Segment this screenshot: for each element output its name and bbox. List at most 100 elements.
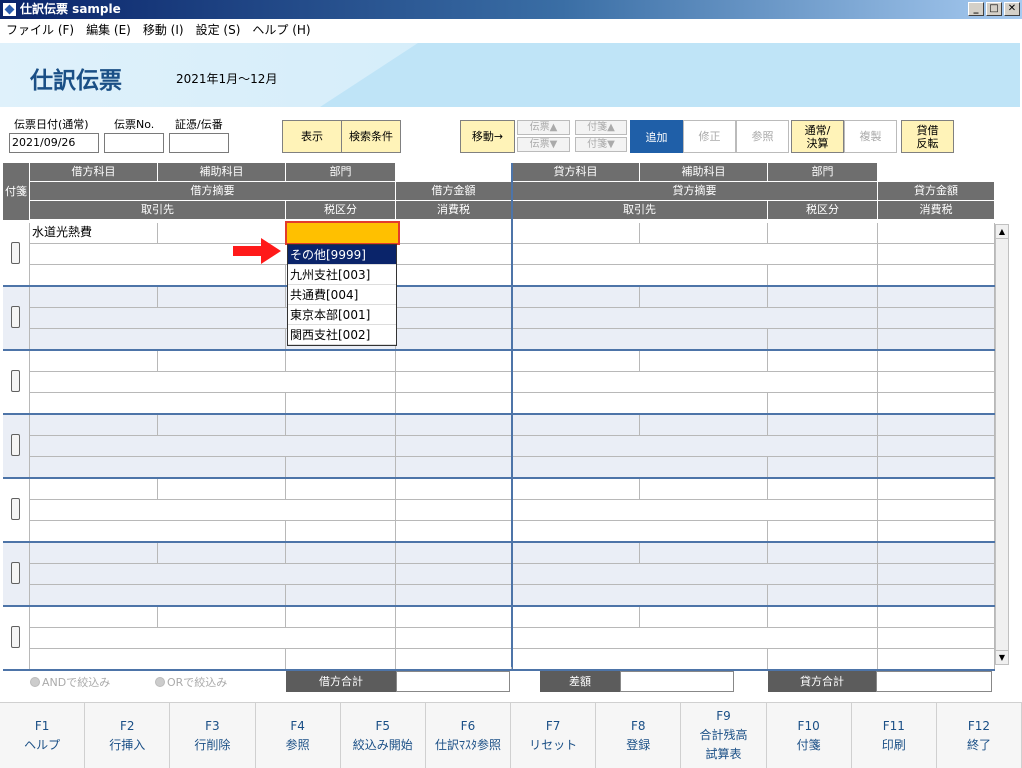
fkey-f6-button[interactable]: F6 仕訳ﾏｽﾀ参照	[426, 703, 512, 768]
grid-cell[interactable]	[30, 628, 396, 649]
grid-cell[interactable]	[768, 393, 878, 414]
grid-cell[interactable]	[286, 415, 396, 436]
grid-cell[interactable]	[878, 287, 995, 308]
grid-cell[interactable]	[768, 329, 878, 350]
grid-cell[interactable]	[396, 543, 512, 564]
grid-cell[interactable]	[768, 415, 878, 436]
fkey-f5-button[interactable]: F5 絞込み開始	[341, 703, 426, 768]
dropdown-item-tokyo[interactable]: 東京本部[001]	[288, 305, 396, 325]
grid-cell[interactable]	[640, 607, 768, 628]
grid-cell[interactable]	[878, 500, 995, 521]
fkey-f1-button[interactable]: F1 ヘルプ	[0, 703, 86, 768]
grid-cell[interactable]	[512, 628, 878, 649]
grid-cell[interactable]	[512, 607, 640, 628]
menu-move[interactable]: 移動 (I)	[143, 19, 184, 41]
grid-cell[interactable]	[286, 521, 396, 542]
grid-cell[interactable]	[768, 457, 878, 478]
grid-cell[interactable]	[878, 265, 995, 286]
grid-cell[interactable]	[396, 329, 512, 350]
grid-cell[interactable]	[286, 607, 396, 628]
sticky-note-icon[interactable]	[11, 626, 20, 648]
grid-cell[interactable]	[512, 393, 768, 414]
grid-cell[interactable]	[878, 521, 995, 542]
fkey-f4-button[interactable]: F4 参照	[256, 703, 341, 768]
grid-cell[interactable]	[396, 351, 512, 372]
menu-edit[interactable]: 編集 (E)	[86, 19, 131, 41]
grid-cell[interactable]	[512, 500, 878, 521]
dropdown-item-kansai[interactable]: 関西支社[002]	[288, 325, 396, 345]
grid-cell[interactable]	[768, 607, 878, 628]
scroll-down-icon[interactable]: ▼	[996, 650, 1008, 664]
grid-cell[interactable]	[512, 223, 640, 244]
grid-cell[interactable]	[30, 287, 158, 308]
grid-cell[interactable]	[396, 649, 512, 670]
grid-cell[interactable]	[396, 436, 512, 457]
grid-cell[interactable]	[512, 649, 768, 670]
grid-cell[interactable]	[30, 393, 286, 414]
grid-cell[interactable]	[30, 585, 286, 606]
grid-cell[interactable]	[30, 457, 286, 478]
grid-cell[interactable]	[396, 393, 512, 414]
grid-cell[interactable]	[640, 415, 768, 436]
menu-help[interactable]: ヘルプ (H)	[252, 19, 310, 41]
dropdown-item-common[interactable]: 共通費[004]	[288, 285, 396, 305]
grid-cell[interactable]	[768, 351, 878, 372]
or-filter-radio[interactable]: ORで絞込み	[155, 674, 227, 690]
grid-cell[interactable]	[396, 607, 512, 628]
grid-cell[interactable]	[30, 372, 396, 393]
grid-cell[interactable]	[768, 521, 878, 542]
grid-cell[interactable]	[396, 308, 512, 329]
grid-cell[interactable]	[512, 436, 878, 457]
grid-cell[interactable]	[396, 372, 512, 393]
grid-cell[interactable]	[768, 649, 878, 670]
next-voucher-button[interactable]: 伝票▼	[517, 137, 570, 152]
prev-voucher-button[interactable]: 伝票▲	[517, 120, 570, 135]
grid-cell[interactable]	[30, 564, 396, 585]
fkey-f10-button[interactable]: F10 付箋	[767, 703, 852, 768]
grid-cell[interactable]	[30, 265, 286, 286]
grid-cell[interactable]	[396, 500, 512, 521]
grid-cell[interactable]	[396, 585, 512, 606]
menu-file[interactable]: ファイル (F)	[6, 19, 74, 41]
grid-cell[interactable]	[512, 585, 768, 606]
grid-cell[interactable]: 水道光熱費	[30, 223, 158, 244]
fkey-f3-button[interactable]: F3 行削除	[170, 703, 256, 768]
grid-cell[interactable]	[286, 543, 396, 564]
grid-cell[interactable]	[878, 372, 995, 393]
grid-cell[interactable]	[878, 628, 995, 649]
grid-cell[interactable]	[30, 607, 158, 628]
grid-cell[interactable]	[512, 244, 878, 265]
grid-cell[interactable]	[878, 393, 995, 414]
grid-cell[interactable]	[286, 393, 396, 414]
grid-cell[interactable]	[512, 372, 878, 393]
tax-class-cell-active[interactable]	[285, 221, 400, 245]
sticky-note-icon[interactable]	[11, 498, 20, 520]
grid-cell[interactable]	[396, 457, 512, 478]
grid-cell[interactable]	[158, 479, 286, 500]
grid-cell[interactable]	[30, 351, 158, 372]
grid-cell[interactable]	[286, 457, 396, 478]
grid-scrollbar[interactable]: ▲ ▼	[995, 224, 1009, 665]
grid-cell[interactable]	[30, 329, 286, 350]
grid-cell[interactable]	[158, 607, 286, 628]
fkey-f8-button[interactable]: F8 登録	[596, 703, 682, 768]
reference-button[interactable]: 参照	[736, 120, 789, 153]
grid-cell[interactable]	[768, 479, 878, 500]
grid-cell[interactable]	[878, 543, 995, 564]
grid-cell[interactable]	[396, 244, 512, 265]
search-conditions-button[interactable]: 検索条件	[341, 120, 401, 153]
and-filter-radio[interactable]: ANDで絞込み	[30, 674, 110, 690]
grid-cell[interactable]	[286, 649, 396, 670]
date-field[interactable]: 2021/09/26	[9, 133, 99, 153]
scroll-up-icon[interactable]: ▲	[996, 225, 1008, 239]
grid-cell[interactable]	[512, 351, 640, 372]
grid-cell[interactable]	[768, 287, 878, 308]
grid-cell[interactable]	[640, 287, 768, 308]
grid-cell[interactable]	[286, 351, 396, 372]
sticky-note-icon[interactable]	[11, 242, 20, 264]
grid-cell[interactable]	[878, 415, 995, 436]
grid-cell[interactable]	[512, 308, 878, 329]
grid-cell[interactable]	[640, 543, 768, 564]
fkey-f2-button[interactable]: F2 行挿入	[85, 703, 171, 768]
close-button[interactable]: ✕	[1004, 2, 1020, 16]
